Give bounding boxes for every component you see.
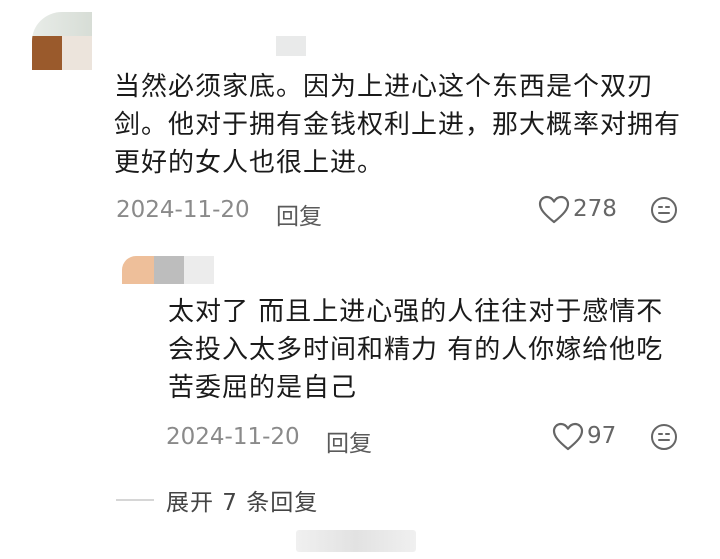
reply-avatar[interactable] [122, 256, 214, 284]
reply-like-button[interactable] [552, 422, 584, 452]
reply-text: 太对了 而且上进心强的人往往对于感情不会投入太多时间和精力 有的人你嫁给他吃苦委… [168, 297, 664, 403]
emoji-button[interactable] [650, 196, 678, 224]
heart-outline-icon [552, 422, 584, 451]
reply-button[interactable]: 回复 [276, 197, 322, 231]
comment-date: 2024-11-20 [116, 197, 250, 223]
avatar[interactable] [32, 12, 92, 70]
reply-like-count: 97 [587, 423, 617, 449]
reply-reply-button[interactable]: 回复 [326, 424, 372, 458]
expand-replies-button[interactable]: 展开 7 条回复 [166, 483, 318, 517]
heart-outline-icon [538, 195, 570, 224]
username-blurred [276, 36, 306, 56]
like-count: 278 [573, 196, 617, 222]
smiley-icon [651, 424, 677, 450]
reply-emoji-button[interactable] [650, 423, 678, 451]
comment-text: 当然必须家底。因为上进心这个东西是个双刃剑。他对于拥有金钱权利上进，那大概率对拥… [114, 72, 682, 178]
smiley-icon [651, 197, 677, 223]
reply-date: 2024-11-20 [166, 424, 300, 450]
divider [116, 499, 154, 501]
like-button[interactable] [538, 195, 570, 225]
watermark [296, 530, 416, 552]
